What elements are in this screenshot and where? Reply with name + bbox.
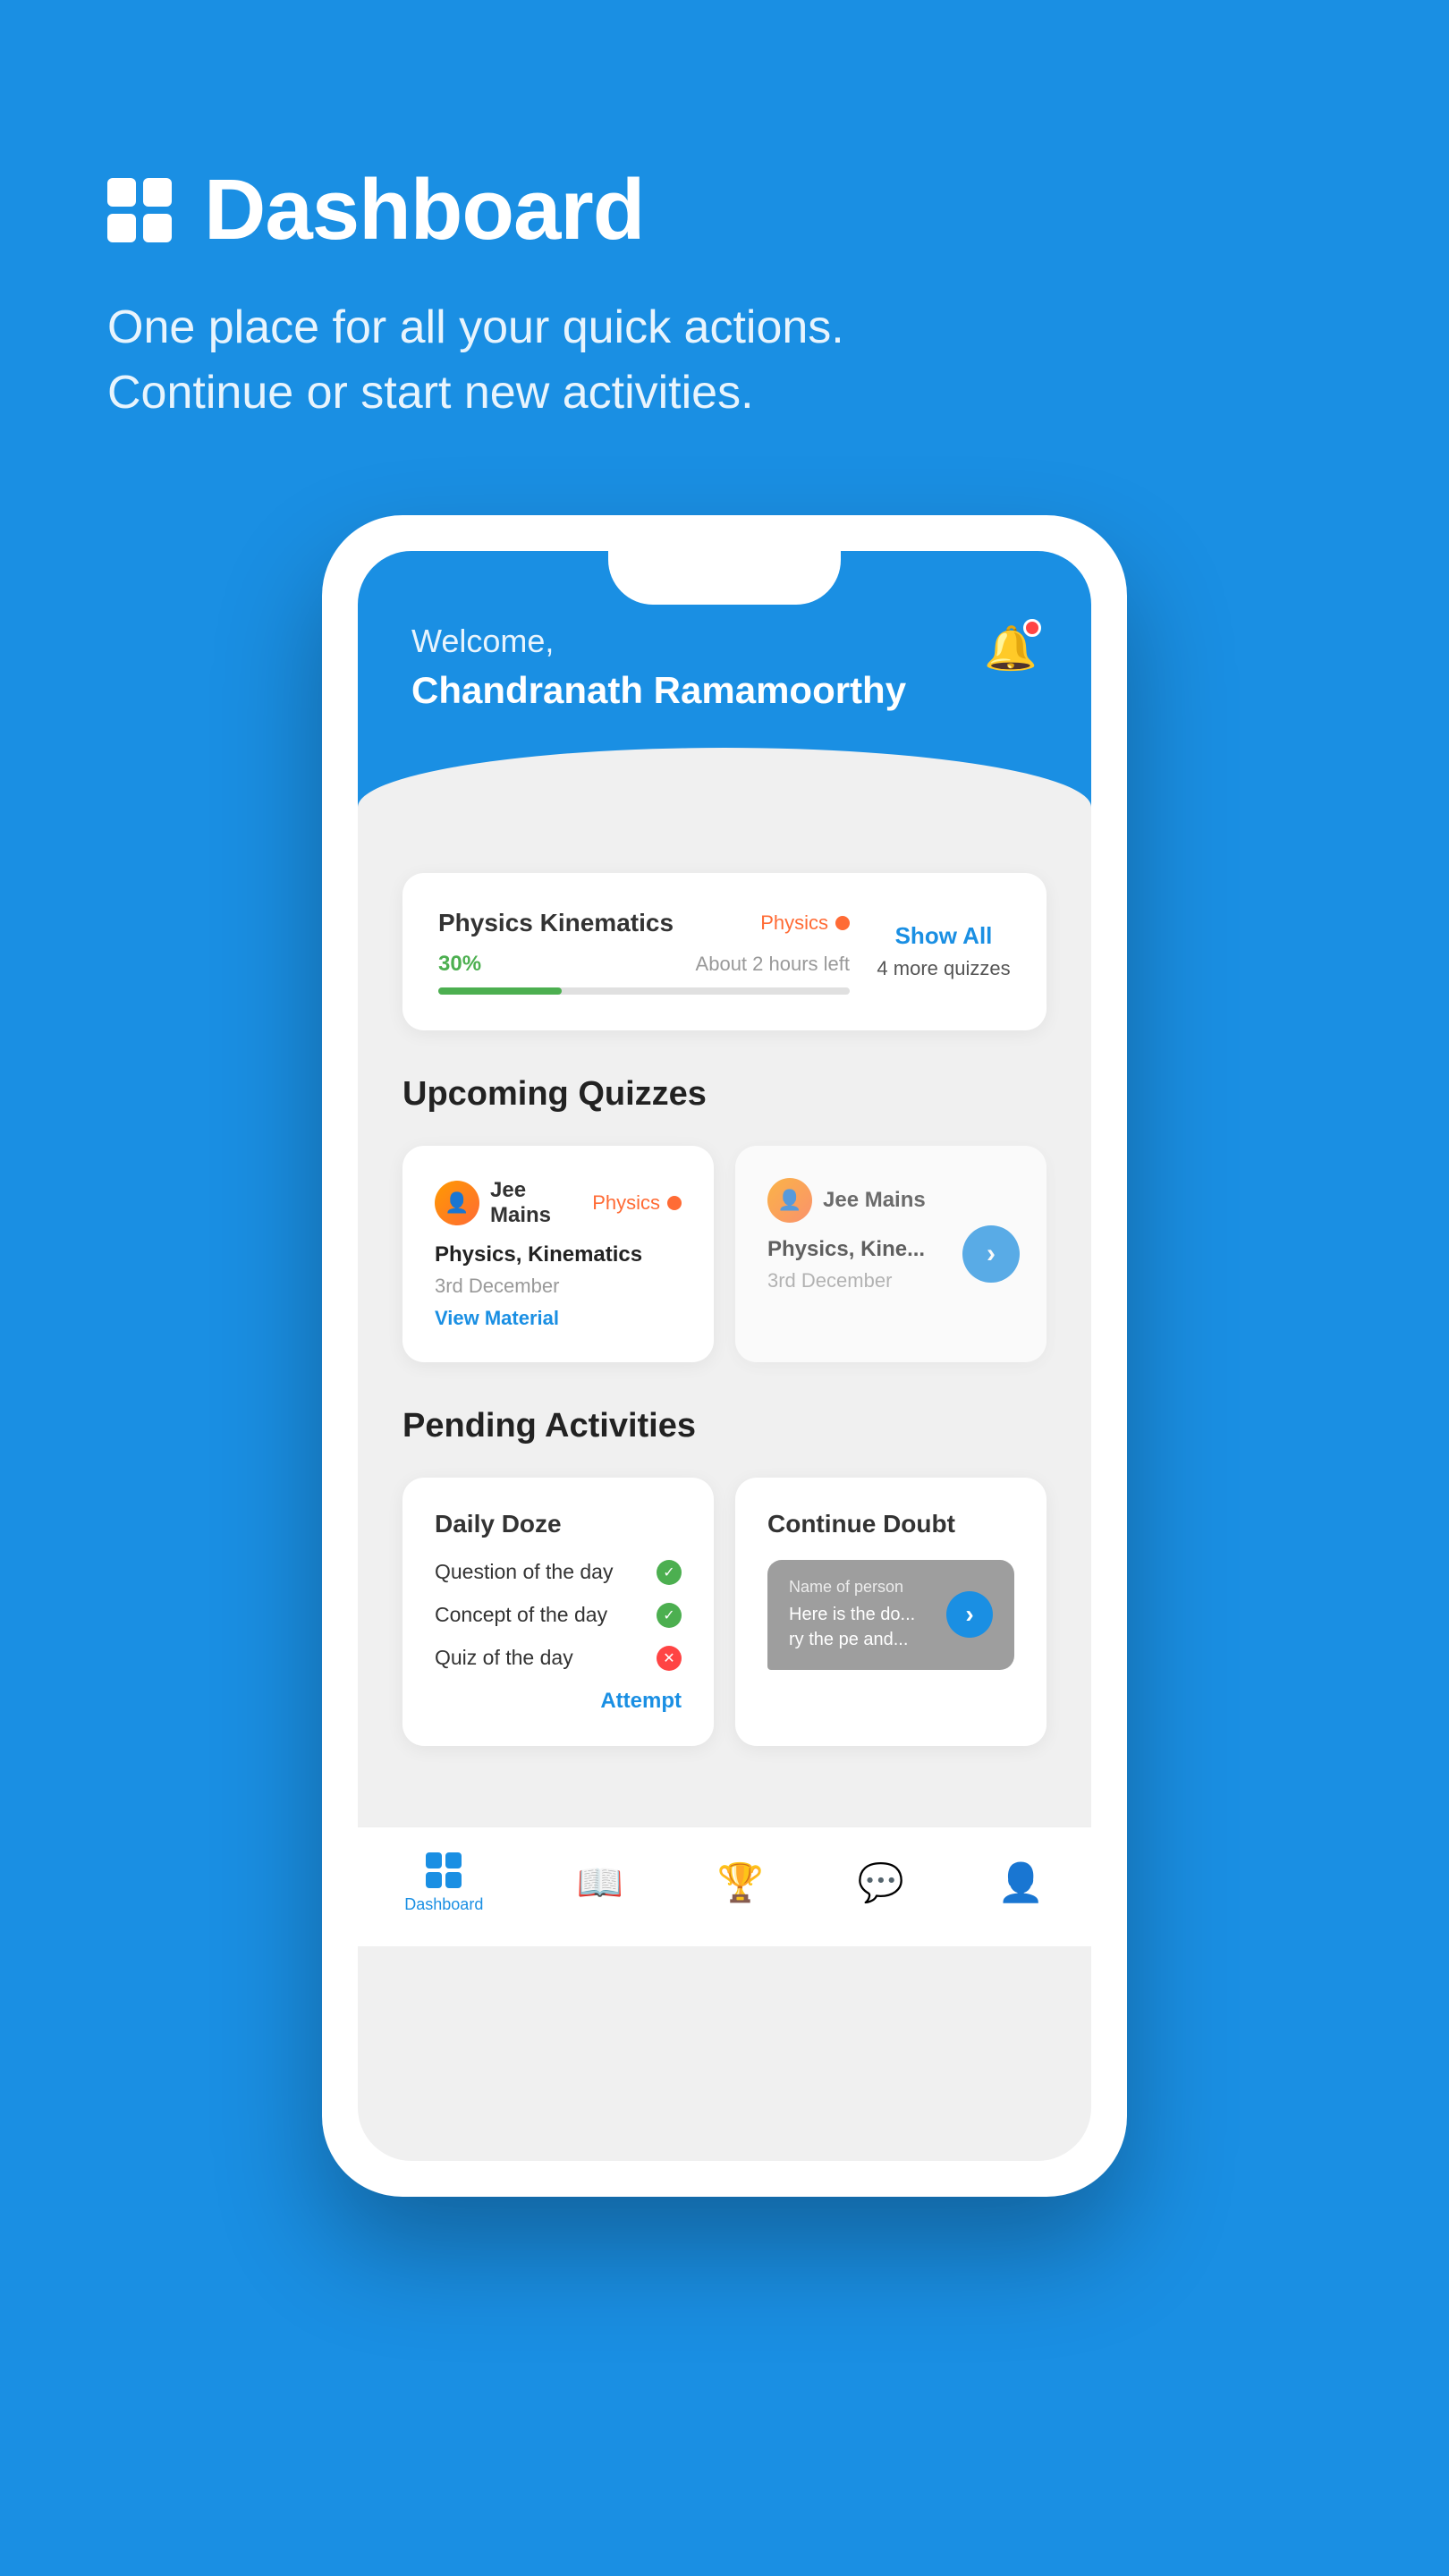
pending-cards-row: Daily Doze Question of the day ✓ Concept… xyxy=(402,1478,1046,1746)
dashboard-grid-icon xyxy=(107,178,172,242)
quiz-name: Physics Kinematics xyxy=(438,909,674,937)
chat-icon: 💬 xyxy=(858,1861,904,1905)
activity-item-concept: Concept of the day ✓ xyxy=(435,1603,682,1628)
pending-activities-heading: Pending Activities xyxy=(402,1407,1046,1445)
doubt-card-title: Continue Doubt xyxy=(767,1510,1014,1538)
user-name: Chandranath Ramamoorthy xyxy=(411,669,1038,712)
book-icon: 📖 xyxy=(577,1861,623,1905)
page-title: Dashboard xyxy=(204,161,644,259)
quiz-card-1[interactable]: 👤 Jee Mains Physics Physics, Kinematics … xyxy=(402,1146,714,1362)
attempt-link[interactable]: Attempt xyxy=(435,1689,682,1714)
quiz-cards-row: 👤 Jee Mains Physics Physics, Kinematics … xyxy=(402,1146,1046,1362)
continue-doubt-card[interactable]: Continue Doubt Name of person Here is th… xyxy=(735,1478,1046,1746)
doubt-bubble: Name of person Here is the do... ry the … xyxy=(767,1560,1014,1670)
welcome-text: Welcome, xyxy=(411,623,1038,660)
quiz-progress-right: Show All 4 more quizzes xyxy=(850,922,1011,980)
view-material-link[interactable]: View Material xyxy=(435,1307,559,1329)
page-background: Dashboard One place for all your quick a… xyxy=(0,0,1449,2576)
doubt-sender: Name of person xyxy=(789,1578,932,1597)
time-left: About 2 hours left xyxy=(696,953,850,976)
notification-dot xyxy=(1023,619,1041,637)
quiz-progress-card[interactable]: Physics Kinematics Physics 30% About 2 h… xyxy=(402,873,1046,1030)
show-all-link[interactable]: Show All xyxy=(877,922,1011,950)
daily-doze-card[interactable]: Daily Doze Question of the day ✓ Concept… xyxy=(402,1478,714,1746)
phone-notch xyxy=(608,551,841,605)
upcoming-quizzes-heading: Upcoming Quizzes xyxy=(402,1075,1046,1114)
progress-bar-bg xyxy=(438,987,850,995)
physics-badge: Physics xyxy=(760,911,850,935)
nav-item-profile[interactable]: 👤 xyxy=(997,1861,1044,1905)
progress-bar-fill xyxy=(438,987,562,995)
quiz-subject-1: Physics xyxy=(592,1191,682,1215)
quiz-subject-dot-1 xyxy=(667,1196,682,1210)
check-done-2: ✓ xyxy=(657,1603,682,1628)
doubt-text-area: Name of person Here is the do... ry the … xyxy=(789,1578,932,1652)
teacher-avatar-2: 👤 xyxy=(767,1178,812,1223)
header-section: Dashboard One place for all your quick a… xyxy=(107,161,1342,426)
header-subtitle: One place for all your quick actions. Co… xyxy=(107,295,1342,426)
phone-content: Physics Kinematics Physics 30% About 2 h… xyxy=(358,819,1091,1826)
trophy-icon: 🏆 xyxy=(717,1861,764,1905)
subject-dot xyxy=(835,916,850,930)
doubt-arrow-icon: › xyxy=(965,1600,973,1629)
activity-label-question: Question of the day xyxy=(435,1560,613,1584)
pending-activities-section: Pending Activities Daily Doze Question o… xyxy=(402,1407,1046,1746)
check-done-1: ✓ xyxy=(657,1560,682,1585)
bell-icon: 🔔 xyxy=(984,623,1038,674)
activity-item-question: Question of the day ✓ xyxy=(435,1560,682,1585)
profile-icon: 👤 xyxy=(997,1861,1044,1905)
doubt-preview: Here is the do... ry the pe and... xyxy=(789,1602,932,1652)
teacher-name-2: Jee Mains xyxy=(823,1188,1014,1213)
upcoming-quizzes-section: Upcoming Quizzes 👤 Jee Mains Physics xyxy=(402,1075,1046,1362)
arrow-right-icon: › xyxy=(987,1239,996,1269)
quiz-card-2[interactable]: 👤 Jee Mains Physics, Kine... 3rd Decembe… xyxy=(735,1146,1046,1362)
activity-item-quiz: Quiz of the day ✕ xyxy=(435,1646,682,1671)
teacher-name-1: Jee Mains xyxy=(490,1178,592,1228)
activity-label-concept: Concept of the day xyxy=(435,1603,607,1627)
check-failed-1: ✕ xyxy=(657,1646,682,1671)
doubt-arrow-button[interactable]: › xyxy=(946,1591,993,1638)
quiz-date-1: 3rd December xyxy=(435,1275,682,1298)
notification-bell[interactable]: 🔔 xyxy=(984,623,1038,676)
nav-item-lessons[interactable]: 📖 xyxy=(577,1861,623,1905)
quiz-progress-left: Physics Kinematics Physics 30% About 2 h… xyxy=(438,909,850,995)
phone-mockup-wrapper: Welcome, Chandranath Ramamoorthy 🔔 xyxy=(107,515,1342,2197)
more-quizzes-count: 4 more quizzes xyxy=(877,957,1010,979)
nav-label-dashboard: Dashboard xyxy=(404,1895,483,1914)
dashboard-nav-icon xyxy=(426,1852,462,1888)
phone-screen: Welcome, Chandranath Ramamoorthy 🔔 xyxy=(358,551,1091,2161)
quiz-card-arrow[interactable]: › xyxy=(962,1225,1020,1283)
nav-item-trophy[interactable]: 🏆 xyxy=(717,1861,764,1905)
bottom-nav: Dashboard 📖 🏆 💬 👤 xyxy=(358,1826,1091,1946)
nav-item-chat[interactable]: 💬 xyxy=(858,1861,904,1905)
teacher-avatar-1: 👤 xyxy=(435,1181,479,1225)
daily-doze-title: Daily Doze xyxy=(435,1510,682,1538)
quiz-card-title-1: Physics, Kinematics xyxy=(435,1242,682,1267)
progress-percent: 30% xyxy=(438,952,481,977)
activity-label-quiz: Quiz of the day xyxy=(435,1646,573,1670)
nav-item-dashboard[interactable]: Dashboard xyxy=(404,1852,483,1914)
phone-mockup: Welcome, Chandranath Ramamoorthy 🔔 xyxy=(322,515,1127,2197)
